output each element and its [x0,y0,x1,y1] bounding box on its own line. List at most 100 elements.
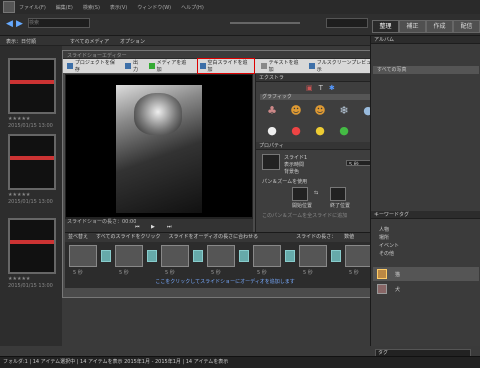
add-blank-slide-button[interactable]: 空白スライドを追加 [196,58,255,74]
start-position-thumb[interactable] [292,187,308,201]
storyboard-slide[interactable] [345,245,373,267]
back-icon[interactable]: ◀ [6,19,13,29]
slide-length-select[interactable]: 数値 [344,233,354,242]
tag-dog[interactable]: 犬 [373,283,479,295]
rating-stars[interactable]: ★★★★★ [8,276,30,282]
sort-dropdown[interactable] [326,18,368,28]
end-label: 終了位置 [330,203,351,209]
menu-edit[interactable]: 編集(E) [56,4,73,11]
thumbnail-date: 2015/01/15 13:00 [8,199,53,205]
forward-icon[interactable]: ▶ [16,19,23,29]
clipart-ornament-icon[interactable]: ● [262,122,282,138]
graphics-category[interactable]: グラフィック [260,94,386,100]
add-media-icon [148,63,155,69]
output-button[interactable]: 出力 [125,59,143,73]
clipart-bauble-icon[interactable]: ● [310,122,330,138]
next-icon[interactable]: ⏭ [167,224,172,230]
select-all-slides[interactable]: すべてのスライドをクリック [96,233,160,242]
menu-find[interactable]: 検索(S) [83,4,100,11]
storyboard-slide[interactable] [299,245,327,267]
media-thumbnail[interactable] [8,134,56,190]
tag-item[interactable]: イベント [379,242,399,249]
sort-label[interactable]: 表示：日付順 [6,38,36,45]
save-project-button[interactable]: プロジェクトを保存 [67,59,119,73]
apply-panzoom-all[interactable]: このパン＆ズームを全スライドに追加 [262,212,347,219]
slide-duration: 5 秒 [349,270,359,276]
tab-fix[interactable]: 補正 [399,20,426,33]
tag-item[interactable]: 人物 [379,226,389,233]
narration-tab-icon[interactable]: ✱ [329,84,335,92]
save-icon [67,63,73,69]
clipart-green-icon[interactable]: ● [334,122,354,138]
menu-window[interactable]: ウィンドウ(W) [137,4,171,11]
playback-controls: スライドショーの長さ：00:00 ⏮ ▶ ⏭ [65,218,253,232]
tab-organize[interactable]: 整理 [372,20,399,33]
media-thumbnail[interactable] [8,218,56,274]
transition-icon[interactable] [285,250,295,262]
clipart-grid: ♣ ☻ ☻ ❄ ● ● ● ● ● [262,102,384,138]
swap-icon[interactable]: ⇆ [314,190,318,196]
tag-cat[interactable]: 猫 [373,267,479,281]
tab-create[interactable]: 作成 [426,20,453,33]
cat-photo [116,85,202,213]
previous-icon[interactable]: ⏮ [135,224,140,230]
clipart-sock-icon[interactable]: ♣ [262,102,282,118]
clipart-ball-icon[interactable]: ● [286,122,306,138]
slide-preview[interactable] [65,74,253,218]
menu-help[interactable]: ヘルプ(H) [181,4,204,11]
storyboard: 並べ替え すべてのスライドをクリック スライドをオーディオの長さに合わせる スラ… [65,232,389,288]
sub-bar: 表示：日付順 すべてのメディア オプション [0,36,370,46]
media-thumbnail[interactable] [8,58,56,114]
menu-view[interactable]: 表示(V) [110,4,127,11]
end-position-thumb[interactable] [330,187,346,201]
storyboard-slide[interactable] [69,245,97,267]
transition-icon[interactable] [193,250,203,262]
tag-item[interactable]: その他 [379,250,394,257]
storyboard-slide[interactable] [207,245,235,267]
albums-header[interactable]: アルバム [371,36,480,44]
menu-bar: ファイル(F) 編集(E) 検索(S) 表示(V) ウィンドウ(W) ヘルプ(H… [0,0,480,14]
slide-duration: 5 秒 [165,270,175,276]
play-icon[interactable]: ▶ [151,224,155,230]
clipart-snowflake-icon[interactable]: ❄ [334,102,354,118]
media-browser: ★★★★★ 2015/01/15 13:00 ★★★★★ 2015/01/15 … [0,46,62,346]
tag-item[interactable]: 場所 [379,234,389,241]
storyboard-slide[interactable] [253,245,281,267]
add-media-button[interactable]: メディアを追加 [148,59,191,73]
album-item[interactable]: すべての写真 [373,66,479,74]
media-filter[interactable]: すべてのメディア [70,38,109,45]
storyboard-header: 並べ替え すべてのスライドをクリック スライドをオーディオの長さに合わせる スラ… [65,233,389,242]
rating-stars[interactable]: ★★★★★ [8,116,30,122]
add-audio-link[interactable]: ここをクリックしてスライドショーにオーディオを追加します [125,278,325,285]
dog-tag-thumb [377,284,387,294]
add-text-button[interactable]: テキストを追加 [260,59,303,73]
cat-tag-thumb [377,269,387,279]
graphics-tab-icon[interactable]: ▣ [306,84,313,92]
rating-stars[interactable]: ★★★★★ [8,192,30,198]
transition-icon[interactable] [147,250,157,262]
transition-icon[interactable] [239,250,249,262]
sort-button[interactable]: 並べ替え [68,233,88,242]
storyboard-slide[interactable] [115,245,143,267]
slide-thumb [262,154,280,170]
panzoom-checkbox[interactable]: パン＆ズームを使用 [262,178,307,185]
transition-icon[interactable] [101,250,111,262]
slide-name: スライド1 [284,155,308,161]
fit-audio-button[interactable]: スライドをオーディオの長さに合わせる [168,233,258,242]
zoom-slider[interactable] [230,22,300,24]
properties-panel: エクストラ ▣ T ✱ グラフィック ♣ ☻ ☻ ❄ ● ● ● ● ● プロパ… [255,74,390,232]
fullscreen-icon [308,63,315,69]
keywords-header[interactable]: キーワードタグ [371,211,480,219]
text-icon [260,63,267,69]
storyboard-slide[interactable] [161,245,189,267]
dialog-toolbar: プロジェクトを保存 出力 メディアを追加 空白スライドを追加 テキストを追加 フ… [63,58,391,74]
tab-share[interactable]: 配信 [453,20,480,33]
options-menu[interactable]: オプション [120,38,145,45]
transition-icon[interactable] [331,250,341,262]
menu-file[interactable]: ファイル(F) [19,4,46,11]
text-tab-icon[interactable]: T [319,84,323,92]
extras-tabs: ▣ T ✱ [306,84,335,92]
search-input[interactable] [28,18,90,28]
clipart-gingerbread-icon[interactable]: ☻ [286,102,306,118]
clipart-gingerbread2-icon[interactable]: ☻ [310,102,330,118]
